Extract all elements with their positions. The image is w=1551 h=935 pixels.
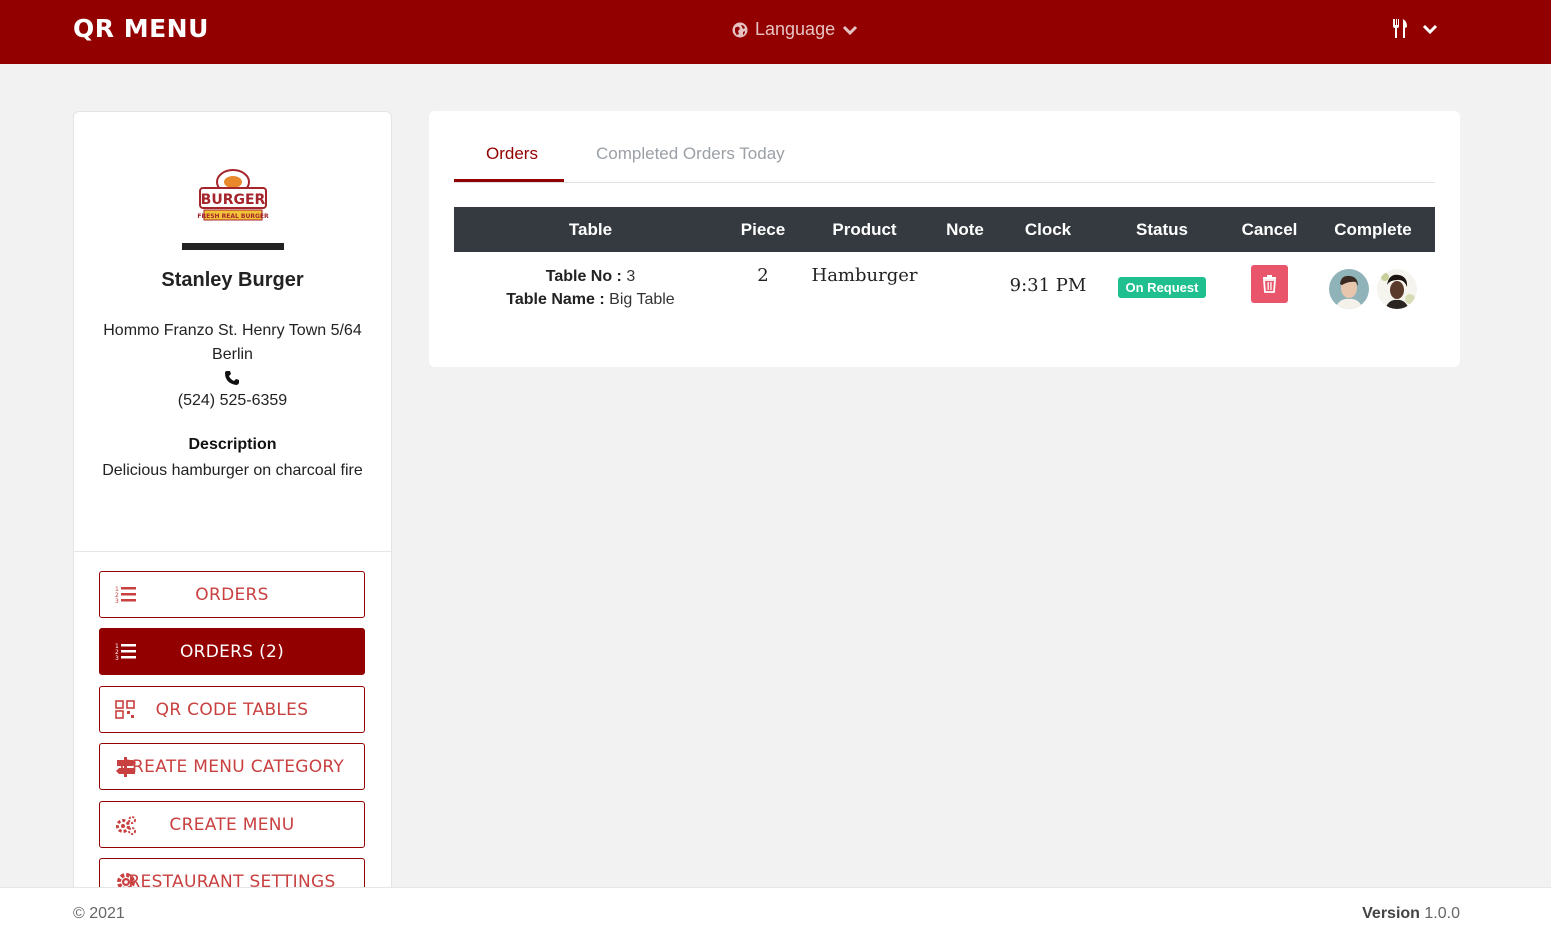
footer: © 2021 Version 1.0.0 <box>0 887 1551 935</box>
column-header-status: Status <box>1136 219 1188 239</box>
column-header-note: Note <box>946 219 984 239</box>
version-number: 1.0.0 <box>1424 905 1460 922</box>
table-no-label: Table No : <box>545 268 622 285</box>
sidebar-item-qr-code-tables[interactable]: QR CODE TABLES <box>99 686 365 733</box>
cell-note <box>930 252 1000 322</box>
cell-product: Hamburger <box>799 252 930 322</box>
description-title: Description <box>188 436 277 453</box>
card-divider <box>74 551 391 552</box>
qrcode-icon <box>115 700 135 719</box>
column-header-cancel: Cancel <box>1241 219 1298 239</box>
active-tab-indicator <box>454 179 564 182</box>
version-label: Version <box>1362 905 1420 922</box>
sidebar-item-label: ORDERS (2) <box>179 641 285 662</box>
cell-cancel <box>1228 252 1311 322</box>
version-info: Version 1.0.0 <box>1362 905 1460 923</box>
trash-icon <box>1263 275 1276 293</box>
list-ol-icon: 1 2 3 <box>115 643 136 662</box>
copyright: © 2021 <box>73 905 125 922</box>
orders-table: Table Piece Product Note Clock Status Ca… <box>454 207 1435 322</box>
chevron-down-icon <box>1422 24 1438 35</box>
restaurant-address: Hommo Franzo St. Henry Town 5/64 Berlin <box>103 322 362 363</box>
language-dropdown[interactable]: Language <box>732 19 858 40</box>
cell-complete <box>1311 252 1435 322</box>
column-header-table: Table <box>568 219 613 239</box>
top-navbar: QR MENU Language <box>0 0 1551 64</box>
brand-logo[interactable]: QR MENU <box>73 14 209 43</box>
column-header-complete: Complete <box>1334 219 1412 239</box>
clock-value: 9:31 PM <box>1009 275 1087 296</box>
avatar[interactable] <box>1329 269 1369 309</box>
sidebar-item-label: ORDERS <box>195 584 269 605</box>
restaurant-profile-card: BURGER FRESH REAL BURGER Stanley Burger … <box>73 111 392 901</box>
sidebar-item-create-menu[interactable]: CREATE MENU <box>99 801 365 848</box>
cell-status: On Request <box>1096 252 1228 322</box>
piece-value: 2 <box>757 265 769 286</box>
restaurant-phone: (524) 525-6359 <box>177 392 288 409</box>
logo-text-top: BURGER <box>201 192 266 208</box>
column-header-clock: Clock <box>1024 219 1072 239</box>
status-badge: On Request <box>1117 277 1207 298</box>
sidebar-item-label: CREATE MENU <box>169 814 295 835</box>
tab-orders[interactable]: Orders <box>486 144 538 164</box>
utensils-icon <box>1393 19 1407 38</box>
table-no: 3 <box>626 268 636 285</box>
cell-clock: 9:31 PM <box>1000 252 1096 322</box>
column-header-piece: Piece <box>740 219 786 239</box>
column-header-product: Product <box>832 219 897 239</box>
restaurant-logo: BURGER FRESH REAL BURGER <box>182 160 284 250</box>
restaurant-menu-dropdown[interactable] <box>1392 19 1438 39</box>
chevron-down-icon <box>843 25 858 35</box>
signpost-icon <box>116 757 136 777</box>
logo-text-bottom: FRESH REAL BURGER <box>197 213 269 220</box>
tab-completed-orders-today[interactable]: Completed Orders Today <box>596 144 785 164</box>
sidebar-item-create-menu-category[interactable]: CREATE MENU CATEGORY <box>99 743 365 790</box>
cell-table: Table No : 3 Table Name : Big Table <box>454 252 727 322</box>
svg-text:3: 3 <box>115 655 119 662</box>
svg-text:3: 3 <box>115 598 119 605</box>
sidebar-item-orders-pending[interactable]: 1 2 3 ORDERS (2) <box>99 628 365 675</box>
order-tabs: Orders Completed Orders Today <box>454 111 1435 183</box>
phone-icon <box>225 371 239 385</box>
table-header-row: Table Piece Product Note Clock Status Ca… <box>454 207 1435 252</box>
sidebar-item-label: CREATE MENU CATEGORY <box>119 756 345 777</box>
table-row: Table No : 3 Table Name : Big Table 2 Ha… <box>454 252 1435 322</box>
globe-icon <box>732 22 748 37</box>
avatar[interactable] <box>1377 269 1417 309</box>
restaurant-name: Stanley Burger <box>161 269 304 291</box>
restaurant-description: Delicious hamburger on charcoal fire <box>102 462 363 479</box>
language-label: Language <box>755 19 836 39</box>
cancel-order-button[interactable] <box>1251 265 1288 303</box>
list-ol-icon: 1 2 3 <box>115 586 136 605</box>
table-name: Big Table <box>609 291 675 308</box>
cogs-icon <box>116 816 136 835</box>
sidebar-item-orders[interactable]: 1 2 3 ORDERS <box>99 571 365 618</box>
orders-card: Orders Completed Orders Today Table Piec… <box>429 111 1460 367</box>
cell-piece: 2 <box>727 252 799 322</box>
table-name-label: Table Name : <box>506 291 605 308</box>
complete-avatars <box>1329 269 1417 309</box>
sidebar-item-label: QR CODE TABLES <box>155 699 309 720</box>
product-value: Hamburger <box>811 265 918 286</box>
